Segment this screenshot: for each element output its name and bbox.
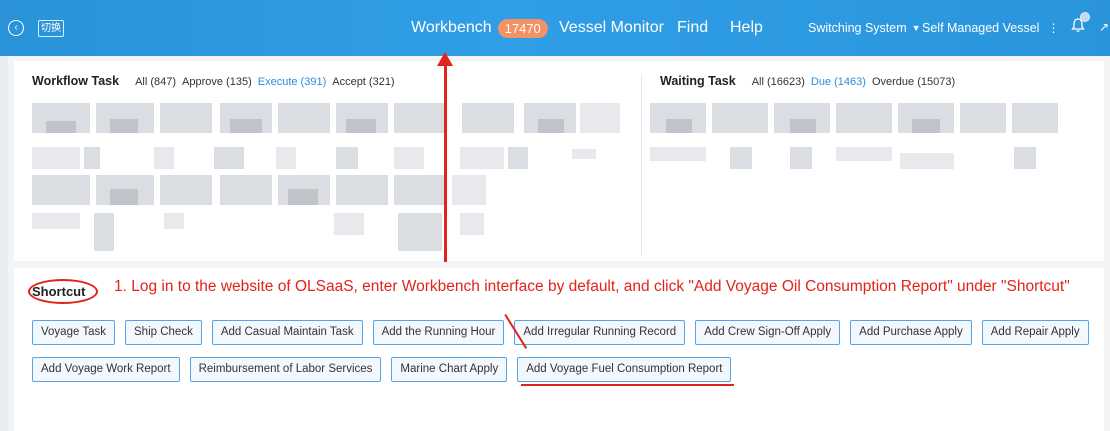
blurred-task-tile — [94, 213, 114, 251]
blurred-task-tile — [452, 175, 486, 205]
blurred-task-tile — [912, 119, 940, 133]
nav-find[interactable]: Find — [677, 0, 708, 56]
waiting-tab-all[interactable]: All (16623) — [752, 76, 805, 88]
blurred-task-tile — [650, 147, 706, 161]
blurred-task-tile — [288, 189, 318, 205]
blurred-task-tile — [220, 175, 272, 205]
blurred-task-tile — [712, 103, 768, 133]
blurred-task-tile — [460, 213, 484, 235]
blurred-task-tile — [398, 213, 442, 251]
marine-chart-apply-button[interactable]: Marine Chart Apply — [391, 357, 508, 382]
add-purchase-apply-button[interactable]: Add Purchase Apply — [850, 320, 972, 345]
workflow-tab-accept[interactable]: Accept (321) — [332, 76, 394, 88]
workbench-page: ‹ 切换 Workbench 17470 Vessel Monitor Find… — [0, 0, 1110, 431]
switching-system-label: Switching System — [808, 21, 907, 35]
panel-divider — [641, 75, 642, 255]
annotation-arrowhead — [437, 52, 453, 66]
blurred-task-tile — [836, 103, 892, 133]
reimbursement-labor-services-button[interactable]: Reimbursement of Labor Services — [189, 357, 382, 382]
shortcut-title: Shortcut — [32, 284, 86, 299]
caret-down-icon: ▼ — [911, 23, 921, 33]
nav-workbench[interactable]: Workbench 17470 — [411, 0, 548, 56]
blurred-task-tile — [462, 103, 514, 133]
waiting-tab-due[interactable]: Due (1463) — [811, 76, 866, 88]
self-managed-vessel-label: Self Managed Vessel — [922, 21, 1040, 35]
blurred-task-tile — [154, 147, 174, 169]
self-managed-vessel-menu[interactable]: Self Managed Vessel ⋮ — [922, 0, 1059, 56]
workbench-count-badge: 17470 — [497, 18, 548, 38]
workflow-tab-approve[interactable]: Approve (135) — [182, 76, 252, 88]
ship-check-button[interactable]: Ship Check — [125, 320, 202, 345]
more-vertical-icon[interactable]: ⋮ — [1047, 21, 1059, 35]
blurred-task-tile — [572, 149, 596, 159]
shortcut-row-2: Add Voyage Work Report Reimbursement of … — [32, 357, 741, 382]
blurred-task-tile — [164, 213, 184, 229]
blurred-task-tile — [160, 103, 212, 133]
blurred-task-tile — [394, 175, 446, 205]
blurred-task-tile — [790, 147, 812, 169]
workflow-task-header: Workflow Task All (847) Approve (135) Ex… — [32, 74, 401, 88]
notification-dot — [1080, 12, 1090, 22]
nav-vessel-monitor[interactable]: Vessel Monitor — [559, 0, 664, 56]
blurred-task-tile — [230, 119, 262, 133]
annotation-underline — [521, 384, 734, 386]
nav-workbench-label: Workbench — [411, 19, 492, 36]
task-panel: Workflow Task All (847) Approve (135) Ex… — [14, 61, 1104, 261]
workflow-tab-all[interactable]: All (847) — [135, 76, 176, 88]
blurred-task-tile — [730, 147, 752, 169]
add-voyage-work-report-button[interactable]: Add Voyage Work Report — [32, 357, 180, 382]
shortcut-panel: Shortcut 1. Log in to the website of OLS… — [14, 268, 1104, 431]
blurred-task-tile — [214, 147, 244, 169]
waiting-task-header: Waiting Task All (16623) Due (1463) Over… — [660, 74, 961, 88]
blurred-task-tile — [580, 103, 620, 133]
blurred-task-tile — [32, 147, 80, 169]
blurred-task-tile — [110, 119, 138, 133]
blurred-task-tile — [110, 189, 138, 205]
waiting-task-title: Waiting Task — [660, 74, 736, 88]
blurred-task-tile — [32, 175, 90, 205]
blurred-task-tile — [276, 147, 296, 169]
add-running-hour-button[interactable]: Add the Running Hour — [372, 320, 505, 345]
blurred-task-tile — [900, 153, 954, 169]
shortcut-row-1: Voyage Task Ship Check Add Casual Mainta… — [32, 320, 1099, 345]
left-scroll-edge — [0, 56, 8, 431]
blurred-task-tile — [960, 103, 1006, 133]
blurred-task-tile — [278, 103, 330, 133]
waiting-tab-overdue[interactable]: Overdue (15073) — [872, 76, 955, 88]
switch-logo[interactable]: 切换 — [38, 20, 64, 37]
workflow-task-title: Workflow Task — [32, 74, 120, 88]
switching-system-dropdown[interactable]: Switching System ▼ — [808, 0, 921, 56]
blurred-task-tile — [394, 147, 424, 169]
blurred-task-tile — [346, 119, 376, 133]
add-repair-apply-button[interactable]: Add Repair Apply — [981, 320, 1089, 345]
blurred-task-tile — [160, 175, 212, 205]
blurred-task-tile — [836, 147, 892, 161]
top-navigation-bar: ‹ 切换 Workbench 17470 Vessel Monitor Find… — [0, 0, 1110, 56]
blurred-task-tile — [394, 103, 446, 133]
expand-icon[interactable]: ↗ — [1099, 20, 1109, 34]
blurred-task-tile — [508, 147, 528, 169]
nav-help[interactable]: Help — [730, 0, 763, 56]
blurred-task-tile — [32, 213, 80, 229]
blurred-task-tile — [460, 147, 504, 169]
blurred-task-tile — [46, 121, 76, 133]
blurred-task-tile — [666, 119, 692, 133]
add-casual-maintain-task-button[interactable]: Add Casual Maintain Task — [211, 320, 363, 345]
blurred-task-tile — [538, 119, 564, 133]
annotation-instruction: 1. Log in to the website of OLSaaS, ente… — [114, 278, 1070, 295]
blurred-task-tile — [84, 147, 100, 169]
blurred-task-tile — [334, 213, 364, 235]
annotation-arrow — [444, 62, 447, 262]
blurred-task-tile — [336, 175, 388, 205]
add-irregular-running-record-button[interactable]: Add Irregular Running Record — [514, 320, 686, 345]
add-crew-sign-off-apply-button[interactable]: Add Crew Sign-Off Apply — [695, 320, 841, 345]
circle-arrow-left-icon[interactable]: ‹ — [8, 20, 24, 36]
blurred-task-tile — [336, 147, 358, 169]
blurred-task-tile — [1014, 147, 1036, 169]
add-voyage-fuel-consumption-report-button[interactable]: Add Voyage Fuel Consumption Report — [517, 357, 732, 382]
blurred-task-tile — [790, 119, 816, 133]
voyage-task-button[interactable]: Voyage Task — [32, 320, 116, 345]
workflow-tab-execute[interactable]: Execute (391) — [258, 76, 326, 88]
blurred-task-tile — [1012, 103, 1058, 133]
